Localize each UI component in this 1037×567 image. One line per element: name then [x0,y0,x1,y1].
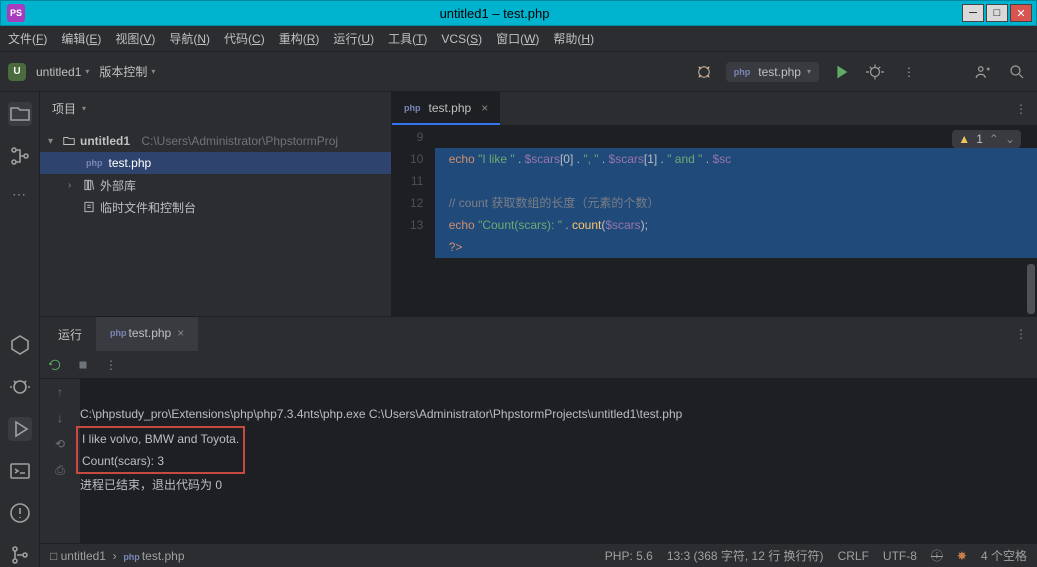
status-read-only-icon[interactable]: ⓘ [931,547,943,564]
menu-tools[interactable]: 工具(T) [388,30,427,47]
chevron-down-icon[interactable]: ▾ [82,104,86,113]
menu-code[interactable]: 代码(C) [224,30,265,47]
scroll-down-icon[interactable]: ↓ [57,411,63,425]
run-toolbar-more-icon[interactable]: ⋮ [104,358,118,372]
menu-file[interactable]: 文件(F) [8,30,47,47]
console-side-controls: ↑ ↓ ⟲ ⎙ [40,379,80,543]
tool-window-rail-left: ⋯ [0,92,40,567]
search-icon[interactable] [1005,60,1029,84]
gutter: 9 10 11 12 13 [392,126,435,316]
print-icon[interactable]: ⎙ [55,463,65,478]
soft-wrap-icon[interactable]: ⟲ [55,437,65,451]
php-icon: php [734,67,751,77]
status-php[interactable]: PHP: 5.6 [605,549,653,563]
run-toolbar: ⋮ [40,351,1037,379]
status-inspection-icon[interactable]: ✸ [957,549,967,563]
app-icon: PS [7,4,25,22]
structure-tool-button[interactable] [8,144,32,168]
menu-refactor[interactable]: 重构(R) [279,30,320,47]
project-tree[interactable]: ▾ untitled1 C:\Users\Administrator\Phpst… [40,126,391,222]
terminal-tool-button[interactable] [8,459,32,483]
project-chip-icon: U [8,63,26,81]
rerun-button[interactable] [48,358,62,372]
run-panel: 运行 php test.php × ⋮ ⋮ ↑ ↓ ⟲ ⎙ [40,317,1037,543]
highlighted-output: I like volvo, BMW and Toyota. Count(scar… [76,426,245,474]
status-encoding[interactable]: UTF-8 [883,549,917,563]
warning-icon: ▲ [958,132,970,146]
tree-external-libs[interactable]: › 外部库 [40,174,391,196]
project-dropdown[interactable]: untitled1 ▾ [36,65,89,79]
more-actions-icon[interactable]: ⋮ [897,60,921,84]
editor-pane: php test.php × ⋮ 9 10 11 12 13 echo "I l [392,92,1037,316]
project-tool-button[interactable] [8,102,32,126]
bug-warning-icon[interactable] [692,60,716,84]
vertical-scrollbar[interactable] [1025,126,1037,316]
run-tab-test-php[interactable]: php test.php × [96,317,198,351]
php-icon: php [110,328,127,338]
tree-scratches[interactable]: 临时文件和控制台 [40,196,391,218]
run-panel-title[interactable]: 运行 [44,317,96,351]
minimize-button[interactable]: ─ [962,4,984,22]
services-tool-button[interactable] [8,333,32,357]
collaborate-icon[interactable] [971,60,995,84]
debug-tool-button[interactable] [8,375,32,399]
library-icon [82,178,96,192]
status-caret-pos[interactable]: 13:3 (368 字符, 12 行 换行符) [667,547,824,564]
stop-button[interactable] [76,358,90,372]
editor-tab-test-php[interactable]: php test.php × [392,92,500,125]
tree-root[interactable]: ▾ untitled1 C:\Users\Administrator\Phpst… [40,130,391,152]
project-panel: 项目 ▾ ▾ untitled1 C:\Users\Administrator\… [40,92,392,316]
editor-tabs: php test.php × ⋮ [392,92,1037,126]
top-toolbar: U untitled1 ▾ 版本控制 ▾ php test.php ▾ ⋮ [0,52,1037,92]
status-indent[interactable]: 4 个空格 [981,547,1027,564]
chevron-up-icon[interactable]: ⌃ [989,132,999,146]
chevron-down-icon[interactable]: ⌄ [1005,132,1015,146]
vcs-dropdown[interactable]: 版本控制 ▾ [99,63,155,80]
menu-edit[interactable]: 编辑(E) [61,30,101,47]
more-tools-icon[interactable]: ⋯ [12,186,27,203]
console-output[interactable]: C:\phpstudy_pro\Extensions\php\php7.3.4n… [80,379,1037,543]
menu-window[interactable]: 窗口(W) [496,30,539,47]
breadcrumb[interactable]: □ untitled1 › phptest.php [50,549,185,563]
menu-bar: 文件(F) 编辑(E) 视图(V) 导航(N) 代码(C) 重构(R) 运行(U… [0,26,1037,52]
inspection-badge[interactable]: ▲1 ⌃ ⌄ [952,130,1021,148]
run-config-selector[interactable]: php test.php ▾ [726,62,819,82]
scroll-up-icon[interactable]: ↑ [57,385,63,399]
window-title: untitled1 – test.php [27,6,962,21]
run-panel-more-icon[interactable]: ⋮ [1005,317,1037,351]
code-text[interactable]: echo "I like " . $scars[0] . ", " . $sca… [435,126,1037,316]
status-bar: □ untitled1 › phptest.php PHP: 5.6 13:3 … [40,543,1037,567]
editor-tab-more-icon[interactable]: ⋮ [1005,92,1037,125]
menu-navigate[interactable]: 导航(N) [169,30,210,47]
run-button[interactable] [829,60,853,84]
problems-tool-button[interactable] [8,501,32,525]
menu-view[interactable]: 视图(V) [115,30,155,47]
window-titlebar: PS untitled1 – test.php ─ □ ✕ [0,0,1037,26]
tree-file-test-php[interactable]: php test.php [40,152,391,174]
close-button[interactable]: ✕ [1010,4,1032,22]
status-line-separator[interactable]: CRLF [838,549,869,563]
menu-help[interactable]: 帮助(H) [553,30,594,47]
php-icon: php [404,103,421,113]
menu-run[interactable]: 运行(U) [333,30,374,47]
code-area[interactable]: 9 10 11 12 13 echo "I like " . $scars[0]… [392,126,1037,316]
folder-icon [62,134,76,148]
maximize-button[interactable]: □ [986,4,1008,22]
menu-vcs[interactable]: VCS(S) [441,32,482,46]
close-tab-icon[interactable]: × [481,101,488,115]
vcs-tool-button[interactable] [8,543,32,567]
close-tab-icon[interactable]: × [177,326,184,340]
scratch-icon [82,200,96,214]
project-panel-title: 项目 [52,100,76,117]
debug-button[interactable] [863,60,887,84]
run-tool-button[interactable] [8,417,32,441]
php-icon: php [86,158,103,168]
